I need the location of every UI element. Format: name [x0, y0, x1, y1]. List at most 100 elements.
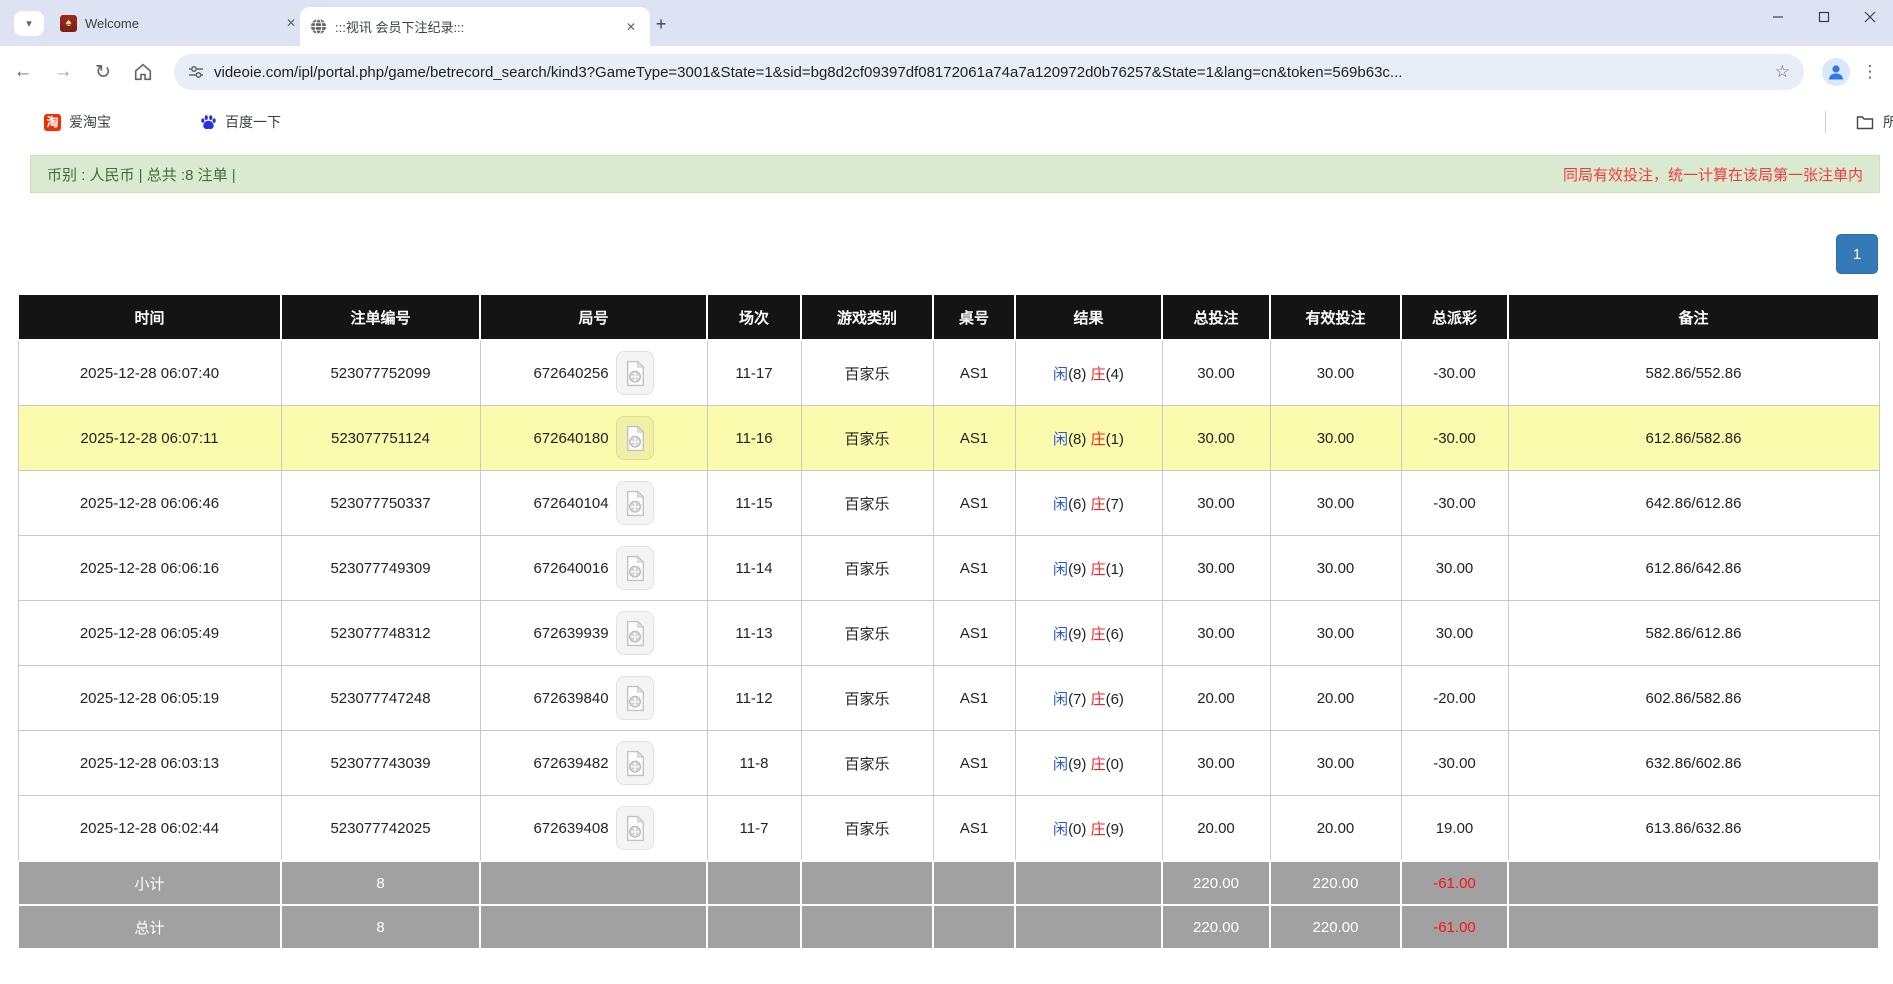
taobao-icon: 淘 [44, 114, 61, 131]
cell-table-no: AS1 [933, 340, 1015, 406]
new-tab-button[interactable]: + [648, 11, 674, 37]
close-tab-icon[interactable]: ✕ [282, 14, 300, 32]
cell-session: 11-14 [707, 536, 801, 601]
banker-score: (0) [1106, 756, 1124, 773]
tab-search-button[interactable]: ▾ [14, 11, 44, 36]
info-bar: 币别 : 人民币 | 总共 :8 注单 | 同局有效投注，统一计算在该局第一张注… [30, 155, 1880, 193]
summary-cell [480, 861, 707, 905]
video-file-icon [624, 425, 646, 452]
summary-subtotal-row: 小计8220.00220.00-61.00 [18, 861, 1879, 905]
column-header: 有效投注 [1270, 294, 1401, 340]
summary-cell: 小计 [18, 861, 281, 905]
bet-row: 2025-12-28 06:07:11523077751124672640180… [18, 406, 1879, 471]
video-replay-button[interactable] [616, 676, 654, 720]
summary-cell: 220.00 [1270, 861, 1401, 905]
cell-total-bet: 30.00 [1162, 340, 1270, 406]
url-bar[interactable]: videoie.com/ipl/portal.php/game/betrecor… [174, 54, 1804, 90]
minimize-button[interactable] [1755, 0, 1801, 34]
cell-result: 闲(9) 庄(6) [1015, 601, 1162, 666]
cell-valid-bet: 20.00 [1270, 666, 1401, 731]
video-replay-button[interactable] [616, 351, 654, 395]
bookmark-baidu[interactable]: 百度一下 [200, 112, 281, 132]
url-text[interactable]: videoie.com/ipl/portal.php/game/betrecor… [214, 64, 1767, 81]
cell-result: 闲(9) 庄(1) [1015, 536, 1162, 601]
round-no-text: 672640016 [533, 560, 608, 577]
cell-remark: 612.86/582.86 [1508, 406, 1879, 471]
bet-row: 2025-12-28 06:06:16523077749309672640016… [18, 536, 1879, 601]
home-icon[interactable] [126, 55, 160, 89]
cell-game-type: 百家乐 [801, 666, 933, 731]
cell-round-no: 672639840 [480, 666, 707, 731]
cell-remark: 582.86/612.86 [1508, 601, 1879, 666]
cell-round-no: 672640104 [480, 471, 707, 536]
forward-icon[interactable]: → [46, 55, 80, 89]
cell-remark: 642.86/612.86 [1508, 471, 1879, 536]
round-no-text: 672639939 [533, 625, 608, 642]
video-replay-button[interactable] [616, 611, 654, 655]
bookmark-label: 爱淘宝 [69, 112, 111, 132]
all-bookmarks[interactable]: 所有书签 [1825, 111, 1893, 133]
cell-table-no: AS1 [933, 601, 1015, 666]
cell-session: 11-15 [707, 471, 801, 536]
profile-avatar[interactable] [1822, 58, 1850, 86]
site-settings-icon[interactable] [188, 64, 204, 80]
tab-welcome[interactable]: ♠ Welcome ✕ [52, 0, 308, 46]
cell-total-bet: 30.00 [1162, 406, 1270, 471]
video-replay-button[interactable] [616, 416, 654, 460]
cell-valid-bet: 30.00 [1270, 601, 1401, 666]
video-replay-button[interactable] [616, 481, 654, 525]
browser-toolbar: ← → ↻ videoie.com/ipl/portal.php/game/be… [0, 46, 1893, 98]
player-score: (9) [1068, 561, 1086, 578]
cell-round-no: 672639408 [480, 796, 707, 862]
close-tab-icon[interactable]: ✕ [622, 18, 640, 36]
maximize-button[interactable] [1801, 0, 1847, 34]
video-replay-button[interactable] [616, 546, 654, 590]
player-label: 闲 [1053, 626, 1068, 643]
cell-session: 11-12 [707, 666, 801, 731]
bookmark-taobao[interactable]: 淘 爱淘宝 [44, 112, 111, 132]
cell-round-no: 672640256 [480, 340, 707, 406]
page-1-button[interactable]: 1 [1836, 234, 1878, 274]
cell-result: 闲(8) 庄(4) [1015, 340, 1162, 406]
back-icon[interactable]: ← [6, 55, 40, 89]
notice-text: 同局有效投注，统一计算在该局第一张注单内 [1563, 164, 1863, 185]
cell-session: 11-17 [707, 340, 801, 406]
baidu-paw-icon [200, 114, 217, 131]
cell-payout: 19.00 [1401, 796, 1508, 862]
column-header: 场次 [707, 294, 801, 340]
video-file-icon [624, 685, 646, 712]
column-header: 游戏类别 [801, 294, 933, 340]
cell-remark: 602.86/582.86 [1508, 666, 1879, 731]
reload-icon[interactable]: ↻ [86, 55, 120, 89]
bet-row: 2025-12-28 06:05:49523077748312672639939… [18, 601, 1879, 666]
currency-summary-text: 币别 : 人民币 | 总共 :8 注单 | [47, 164, 236, 185]
cell-session: 11-16 [707, 406, 801, 471]
player-score: (9) [1068, 756, 1086, 773]
cell-payout: -20.00 [1401, 666, 1508, 731]
tab-bet-record[interactable]: :::视讯 会员下注纪录::: ✕ [300, 7, 650, 46]
video-replay-button[interactable] [616, 741, 654, 785]
banker-label: 庄 [1091, 366, 1106, 383]
bet-row: 2025-12-28 06:06:46523077750337672640104… [18, 471, 1879, 536]
cell-table-no: AS1 [933, 796, 1015, 862]
cell-bet-no: 523077743039 [281, 731, 480, 796]
cell-result: 闲(7) 庄(6) [1015, 666, 1162, 731]
player-score: (7) [1068, 691, 1086, 708]
cell-total-bet: 20.00 [1162, 666, 1270, 731]
close-window-button[interactable] [1847, 0, 1893, 34]
video-replay-button[interactable] [616, 806, 654, 850]
summary-cell [1508, 905, 1879, 949]
bet-row: 2025-12-28 06:02:44523077742025672639408… [18, 796, 1879, 862]
summary-cell [1015, 861, 1162, 905]
cell-total-bet: 30.00 [1162, 471, 1270, 536]
menu-kebab-icon[interactable]: ⋮ [1860, 62, 1880, 82]
cell-game-type: 百家乐 [801, 601, 933, 666]
cell-bet-no: 523077752099 [281, 340, 480, 406]
all-bookmarks-label: 所有书签 [1883, 112, 1893, 132]
column-header: 备注 [1508, 294, 1879, 340]
cell-bet-no: 523077750337 [281, 471, 480, 536]
summary-cell: 220.00 [1162, 905, 1270, 949]
table-body: 2025-12-28 06:07:40523077752099672640256… [18, 340, 1879, 949]
divider [1825, 111, 1826, 133]
bookmark-star-icon[interactable]: ☆ [1775, 62, 1790, 82]
